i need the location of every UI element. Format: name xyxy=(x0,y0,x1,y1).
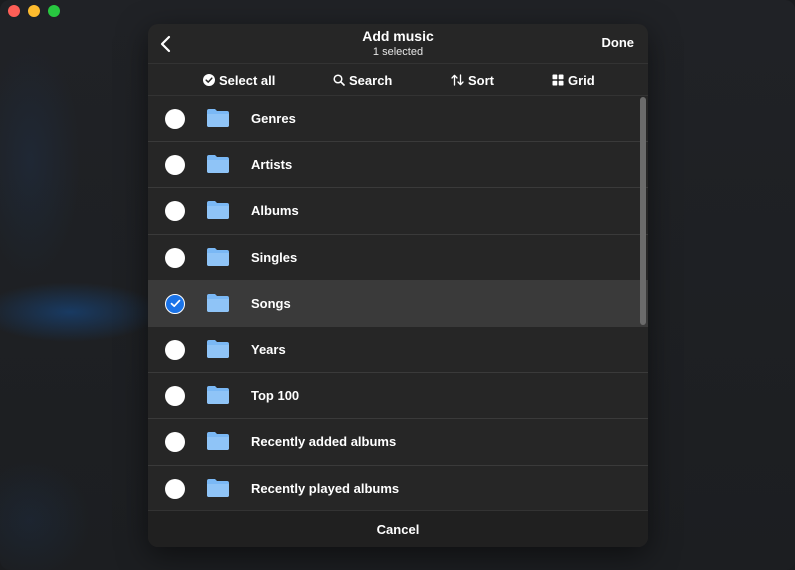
checkbox-checked[interactable] xyxy=(165,293,185,314)
list-scrollbar[interactable] xyxy=(640,97,646,325)
list-item[interactable]: Recently added albums xyxy=(148,419,648,466)
list-item-label: Recently added albums xyxy=(251,434,397,450)
checkbox-unchecked[interactable] xyxy=(165,432,185,453)
select-all-label: Select all xyxy=(219,72,276,88)
folder-icon xyxy=(206,431,230,451)
folder-icon xyxy=(206,293,230,313)
list-item-label: Albums xyxy=(251,203,299,219)
sort-button[interactable]: Sort xyxy=(451,64,494,96)
search-label: Search xyxy=(349,72,393,88)
checkmark-icon xyxy=(170,300,180,308)
sort-arrows-icon xyxy=(451,74,464,86)
sheet-header: Add music 1 selected Done xyxy=(148,24,648,64)
list-item[interactable]: Recently played albums xyxy=(148,466,648,511)
cancel-button[interactable]: Cancel xyxy=(377,522,420,537)
checkbox-unchecked[interactable] xyxy=(165,478,185,499)
folder-icon xyxy=(206,339,230,359)
selection-count: 1 selected xyxy=(372,46,424,58)
toolbar: Select all Search Sort Grid xyxy=(148,63,648,96)
title-group: Add music 1 selected xyxy=(298,28,498,59)
list-item-label: Top 100 xyxy=(251,388,300,404)
sheet-footer: Cancel xyxy=(148,510,648,547)
checkbox-unchecked[interactable] xyxy=(165,155,185,176)
list-item-label: Songs xyxy=(251,295,291,311)
done-button[interactable]: Done xyxy=(602,35,635,50)
maximize-window-button[interactable] xyxy=(48,5,60,17)
sheet-title: Add music xyxy=(362,28,434,44)
checkbox-unchecked[interactable] xyxy=(165,109,185,129)
back-button[interactable] xyxy=(154,32,178,56)
folder-list: Genres Artists Albums Singles Songs Years Top … xyxy=(148,96,648,511)
window-controls xyxy=(8,5,60,17)
search-button[interactable]: Search xyxy=(333,64,392,96)
sort-label: Sort xyxy=(468,72,494,88)
list-item[interactable]: Top 100 xyxy=(148,373,648,420)
chevron-left-icon xyxy=(160,35,171,53)
list-item-label: Recently played albums xyxy=(251,480,400,496)
grid-button[interactable]: Grid xyxy=(552,64,595,96)
close-window-button[interactable] xyxy=(8,5,20,17)
add-music-sheet: Add music 1 selected Done Select all Sea… xyxy=(148,24,648,547)
list-item[interactable]: Genres xyxy=(148,96,648,143)
list-item-label: Genres xyxy=(251,111,296,126)
list-item[interactable]: Albums xyxy=(148,188,648,235)
list-item[interactable]: Artists xyxy=(148,142,648,189)
app-window: Add music 1 selected Done Select all Sea… xyxy=(0,0,795,570)
list-item-label: Years xyxy=(251,341,286,357)
folder-icon xyxy=(206,247,230,267)
folder-icon xyxy=(206,154,230,174)
folder-icon xyxy=(206,108,230,128)
list-item-label: Artists xyxy=(251,157,293,173)
checkbox-unchecked[interactable] xyxy=(165,201,185,222)
list-item[interactable]: Songs xyxy=(148,280,648,327)
minimize-window-button[interactable] xyxy=(28,5,40,17)
folder-icon xyxy=(206,478,230,498)
checkbox-unchecked[interactable] xyxy=(165,247,185,268)
search-icon xyxy=(333,74,345,86)
folder-icon xyxy=(206,200,230,220)
grid-icon xyxy=(552,74,564,86)
list-item-label: Singles xyxy=(251,249,298,265)
check-circle-icon xyxy=(203,74,215,86)
checkbox-unchecked[interactable] xyxy=(165,339,185,360)
list-item[interactable]: Singles xyxy=(148,235,648,281)
list-item[interactable]: Years xyxy=(148,327,648,374)
grid-label: Grid xyxy=(568,72,595,88)
folder-icon xyxy=(206,385,230,405)
select-all-button[interactable]: Select all xyxy=(203,64,275,96)
checkbox-unchecked[interactable] xyxy=(165,386,185,407)
